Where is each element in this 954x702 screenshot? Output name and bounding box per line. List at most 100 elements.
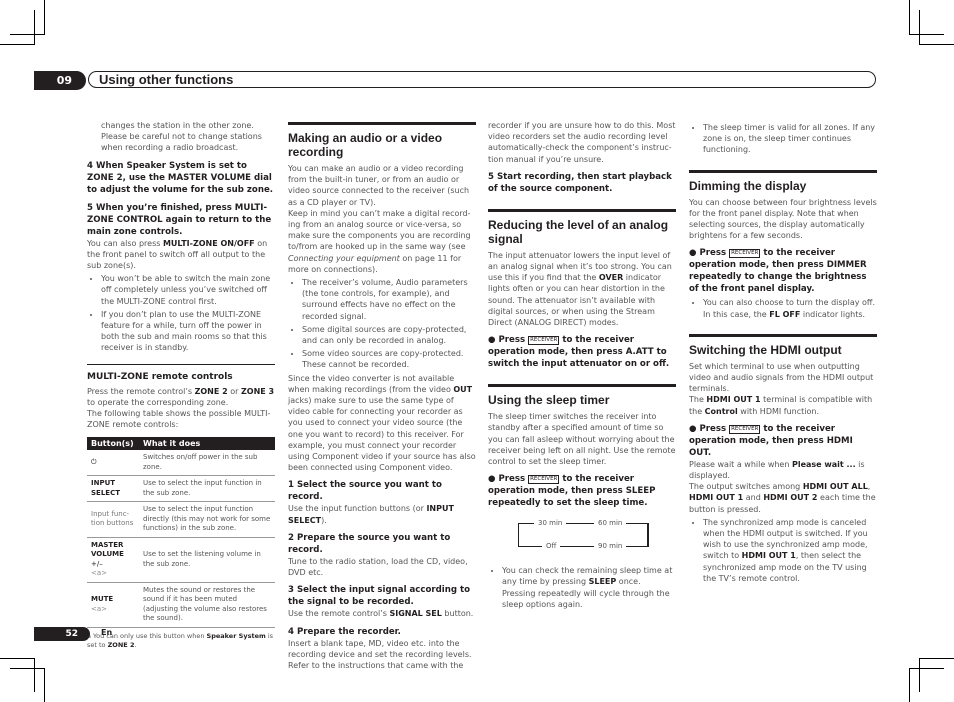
bullet-item: You can check the remaining sleep time a… [502,565,676,610]
crop-mark [909,668,910,702]
paragraph: The input attenuator lowers the input le… [488,250,676,328]
step-1: 1 Select the source you want to record. [288,480,442,503]
bullet-item: You can also choose to turn the display … [703,297,877,319]
crop-mark [919,658,920,692]
section-heading: Dimming the display [689,169,877,193]
crop-mark [0,658,35,659]
table-cell: Use to select the input function in the … [139,475,275,503]
table-cell: Input func-tion buttons [87,501,139,538]
cycle-option: Off [542,541,561,553]
bullet-list: You can check the remaining sleep time a… [488,565,676,610]
crop-mark [44,0,45,34]
text: , [867,482,871,492]
table-cell: Switches on/off power in the sub zone. [139,450,275,477]
text: and [743,493,764,503]
paragraph: Insert a blank tape, MD, video etc. into… [288,638,472,670]
text-bold: HDMI OUT 1 [741,551,796,561]
crop-mark [34,658,35,692]
button-name: MASTER VOLUME [91,540,124,559]
bullet-list: The synchronized amp mode is canceled wh… [689,517,877,584]
text: button. [441,609,474,619]
table-row: INPUT SELECT Use to select the input fun… [87,475,275,503]
text: You can check the remaining sleep time a… [502,566,673,587]
paragraph: changes the station in the other zone. P… [101,121,262,153]
table-header: What it does [139,436,275,451]
text: ). [321,515,327,525]
text-bold: HDMI OUT ALL [802,482,868,492]
section-heading: Using the sleep timer [488,384,676,407]
text-bold: ZONE 2 [194,386,228,396]
text: ● Press [689,248,730,259]
paragraph: You can make an audio or a video recordi… [288,164,470,207]
paragraph: Since the video converter is not availab… [288,373,476,474]
section-heading: Switching the HDMI output [689,333,877,357]
text-bold: SIGNAL SEL [389,609,442,619]
text: or [227,386,241,396]
paragraph: Tune to the radio station, load the CD, … [288,556,468,578]
paragraph: The following table shows the possible M… [87,409,271,430]
text: to operate the corresponding zone. [87,398,229,408]
table-header-row: Button(s) What it does [87,436,275,451]
table-cell: Use to select the input function directl… [139,501,275,538]
crop-mark [909,668,944,669]
paragraph: Press the remote control’s ZONE 2 or ZON… [87,386,275,408]
text-bold: OUT [453,384,473,394]
section-heading: MULTI-ZONE remote controls [87,363,275,383]
instruction: ● Press RECEIVER to the receiver operati… [689,423,877,459]
table-row: ⏻ Switches on/off power in the sub zone. [87,450,275,477]
step-4: 4 Prepare the recorder. [288,626,401,637]
cycle-option: 90 min [594,541,627,553]
crop-mark [10,668,45,669]
receiver-key-icon: RECEIVER [729,424,761,434]
crop-mark [919,658,954,659]
paragraph: The HDMI OUT 1 terminal is compatible wi… [689,394,877,416]
text: Press the remote control’s [87,386,195,396]
step-5: 5 When you’re finished, press MULTI-ZONE… [87,202,272,237]
text: The [689,395,707,405]
cycle-option: 30 min [534,518,567,530]
receiver-key-icon: RECEIVER [729,249,761,259]
section-heading: Making an audio or a video recording [288,122,476,159]
table-row: Input func-tion buttons Use to select th… [87,501,275,538]
footnote: a You can only use this button when Spea… [87,632,275,650]
text: Use the input function buttons (or [288,504,427,514]
sleep-cycle-diagram: 30 min 60 min 90 min Off [488,517,676,557]
crop-mark [909,34,944,35]
bullet-list: You can also choose to turn the display … [689,297,877,319]
text-bold: HDMI OUT 1 [689,493,744,503]
paragraph: Please wait a while when Please wait ...… [689,459,877,481]
column-1: changes the station in the other zone. P… [87,120,275,650]
paragraph: Set which terminal to use when outputtin… [689,361,874,394]
table-row: MASTER VOLUME +/– <a> Use to set the liste… [87,537,275,583]
instruction: ● Press RECEIVER to the receiver operati… [689,247,877,295]
text-bold: FL OFF [769,309,801,319]
bullet-item: The synchronized amp mode is canceled wh… [703,517,877,584]
footnote-ref: <a> [91,604,108,613]
table-cell: MASTER VOLUME +/– <a> [87,537,139,583]
text: +/– [91,559,103,568]
text: . [134,640,137,649]
table-cell: Mutes the sound or restores the sound if… [139,582,275,628]
text-bold: SLEEP [588,577,617,587]
chapter-number: 09 [34,71,86,90]
text-bold: ZONE 2 [107,640,135,649]
column-4: The sleep timer is valid for all zones. … [689,120,877,586]
text: Please wait a while when [689,459,792,469]
text-bold: OVER [598,273,624,283]
cycle-option: 60 min [594,518,627,530]
crop-mark [34,10,35,44]
paragraph: The output switches among HDMI OUT ALL, … [689,481,877,515]
table-row: MUTE <a> Mutes the sound or restores the … [87,582,275,628]
receiver-key-icon: RECEIVER [528,475,560,485]
bullet-item: Some video sources are copy-protected. T… [302,348,476,370]
crop-mark [10,34,45,35]
paragraph: Use the input function buttons (or INPUT… [288,503,476,525]
column-3: recorder if you are unsure how to do thi… [488,120,676,612]
step-2: 2 Prepare the source you want to record. [288,532,451,555]
section-heading: Reducing the level of an analog signal [488,208,676,246]
chapter-title-bar: Using other functions [88,71,876,88]
crop-mark [0,44,35,45]
language-label: En [101,628,113,637]
text-bold: Please wait ... [791,459,856,469]
paragraph: You can also press MULTI-ZONE ON/OFF on … [87,238,275,272]
